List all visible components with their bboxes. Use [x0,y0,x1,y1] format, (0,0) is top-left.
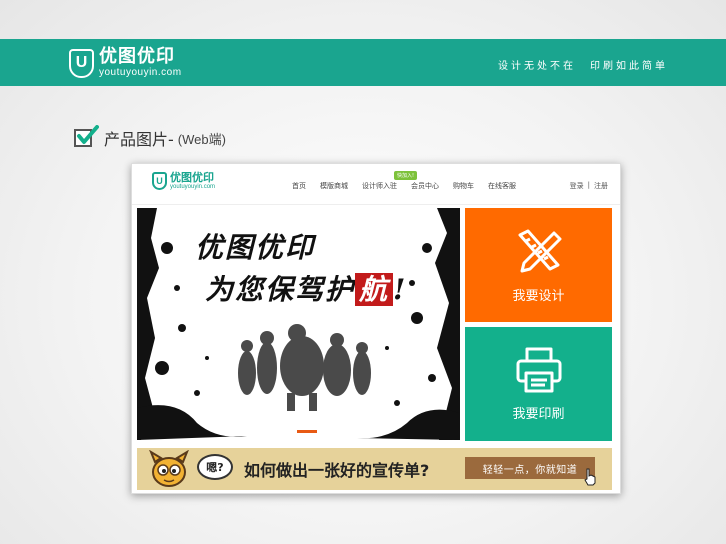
website-screenshot-frame: U 优图优印 youtuyouyin.com 首页 模版商城 设计师入驻 快加入… [131,163,621,494]
join-badge: 快加入! [394,171,418,180]
mascot-icon [149,450,189,487]
nav-cart[interactable]: 购物车 [453,181,474,191]
brand-logo[interactable]: U 优图优印 youtuyouyin.com [69,46,182,80]
logo-chinese-name: 优图优印 [99,46,175,67]
nav-member-center[interactable]: 会员中心 [411,181,439,191]
site-logo-chinese: 优图优印 [170,171,214,184]
ruler-pencil-icon [518,229,561,272]
banner-tagline-text: 为您保驾护 [205,273,356,306]
carousel-indicator[interactable] [297,430,317,433]
checkmark-icon [74,125,99,147]
site-nav-links: 首页 模版商城 设计师入驻 快加入! 会员中心 购物车 在线客服 [292,171,516,191]
design-tile[interactable]: 我要设计 [465,208,612,322]
slogan-left: 设计无处不在 [498,61,576,72]
promo-question: 如何做出一张好的宣传单? [244,461,430,480]
hero-banner[interactable]: 优图优印 为您保驾护航! [137,208,460,440]
nav-online-service[interactable]: 在线客服 [488,181,516,191]
print-tile[interactable]: 我要印刷 [465,327,612,441]
section-title: 产品图片- [104,130,174,149]
register-link[interactable]: 注册 [594,181,608,191]
banner-tagline-highlight: 航 [355,273,394,306]
login-link[interactable]: 登录 [570,181,584,191]
banner-headline: 优图优印 [195,231,316,264]
logo-domain: youtuyouyin.com [99,67,182,78]
top-header-band: U 优图优印 youtuyouyin.com 设计无处不在 印刷如此简单 [0,39,726,86]
section-heading: 产品图片- (Web端) [74,125,226,150]
nav-designer-join[interactable]: 设计师入驻 快加入! [362,171,418,191]
auth-divider: | [587,181,590,189]
promo-button[interactable]: 轻轻一点，你就知道 [465,457,595,479]
nav-designer-join-label: 设计师入驻 [362,182,397,190]
speech-bubble: 嗯? [197,454,233,480]
printer-icon [516,347,561,392]
nav-template-mall[interactable]: 模版商城 [320,181,348,191]
nav-home[interactable]: 首页 [292,181,306,191]
banner-tagline-exclaim: ! [393,273,408,306]
logo-mark-icon: U [69,48,94,78]
site-logo-icon: U [152,172,167,190]
hand-cursor-icon [584,468,596,486]
site-logo-domain: youtuyouyin.com [170,184,216,190]
slogan-right: 印刷如此简单 [590,61,668,72]
auth-links: 登录 | 注册 [570,181,608,191]
site-logo[interactable]: U 优图优印 youtuyouyin.com [152,172,215,190]
print-tile-label: 我要印刷 [512,406,565,422]
banner-tagline: 为您保驾护航! [205,268,407,308]
zombie-figures [238,324,371,411]
design-tile-label: 我要设计 [512,288,565,304]
logo-text: 优图优印 youtuyouyin.com [99,48,182,78]
site-logo-text: 优图优印 youtuyouyin.com [170,172,215,190]
site-navbar: U 优图优印 youtuyouyin.com 首页 模版商城 设计师入驻 快加入… [132,164,620,205]
promo-banner[interactable]: 嗯? 如何做出一张好的宣传单? 轻轻一点，你就知道 [137,448,612,490]
section-subtitle: (Web端) [177,131,226,147]
slogan: 设计无处不在 印刷如此简单 [498,57,668,72]
